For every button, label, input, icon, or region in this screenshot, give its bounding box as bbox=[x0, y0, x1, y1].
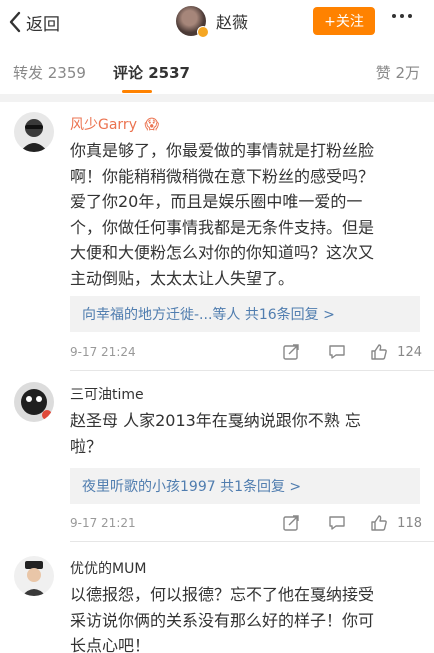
tab-repost[interactable]: 转发 2359 bbox=[13, 62, 86, 83]
avatar[interactable] bbox=[14, 112, 54, 152]
top-bar: 返回 赵薇 +关注 bbox=[0, 0, 434, 44]
tab-comment[interactable]: 评论 2537 bbox=[113, 62, 190, 83]
more-dots-icon[interactable] bbox=[392, 14, 412, 18]
thumbs-up-icon[interactable] bbox=[370, 514, 388, 532]
comment-author[interactable]: 三可油time bbox=[70, 384, 144, 404]
active-tab-indicator bbox=[122, 90, 152, 93]
comment-time: 9-17 21:24 bbox=[70, 345, 136, 359]
comment-text: 赵圣母 人家2013年在戛纳说跟你不熟 忘 啦？ bbox=[70, 408, 422, 459]
verified-badge-icon bbox=[197, 26, 209, 38]
comment-icon[interactable] bbox=[328, 343, 346, 361]
comment-text: 以德报怨，何以报德？忘不了他在戛纳接受 采访说你俩的关系没有那么好的样子！你可 … bbox=[70, 582, 422, 653]
comment-author[interactable]: 优优的MUM bbox=[70, 558, 146, 578]
comment-meta: 9-17 21:21 118 bbox=[70, 514, 422, 534]
comment-icon[interactable] bbox=[328, 514, 346, 532]
follow-button[interactable]: +关注 bbox=[313, 7, 375, 35]
comment-line: 赵圣母 人家2013年在戛纳说跟你不熟 忘 bbox=[70, 411, 361, 430]
comment-line: 个，你做任何事情我都是无条件支持。但是 bbox=[70, 217, 375, 237]
divider bbox=[70, 370, 434, 371]
section-divider bbox=[0, 94, 434, 102]
comment-line: 你真是够了，你最爱做的事情就是打粉丝脸 bbox=[70, 141, 375, 160]
comment-line: 爱了你20年，而且是娱乐圈中唯一爱的一 bbox=[70, 192, 363, 211]
comment-line: 采访说你俩的关系没有那么好的样子！你可 bbox=[70, 610, 375, 630]
reply-summary[interactable]: 夜里听歌的小孩1997 共1条回复 > bbox=[70, 468, 420, 504]
comment-line: 啦？ bbox=[70, 436, 103, 456]
author-name: 风少Garry bbox=[70, 117, 137, 133]
divider bbox=[70, 541, 434, 542]
avatar[interactable] bbox=[14, 556, 54, 596]
tab-bar: 转发 2359 评论 2537 赞 2万 bbox=[0, 54, 434, 94]
emoji-badge-icon: 😱 bbox=[144, 117, 160, 133]
avatar[interactable] bbox=[176, 6, 209, 38]
chevron-left-icon bbox=[9, 11, 21, 33]
comment-line: 大便和大便粉怎么对你的你知道吗？这次又 bbox=[70, 243, 375, 262]
comment-line: 主动倒贴，太太太让人失望了。 bbox=[70, 268, 295, 288]
like-count: 118 bbox=[397, 516, 422, 531]
comment-time: 9-17 21:21 bbox=[70, 516, 136, 530]
comment-line: 啊！你能稍稍微稍微在意下粉丝的感受吗？ bbox=[70, 166, 375, 186]
comment-line: 长点心吧！ bbox=[70, 636, 151, 653]
user-name[interactable]: 赵薇 bbox=[216, 9, 248, 33]
comment-author[interactable]: 风少Garry 😱 bbox=[70, 114, 159, 134]
comment-meta: 9-17 21:24 124 bbox=[70, 343, 422, 363]
back-button[interactable]: 返回 bbox=[8, 8, 60, 36]
profile-header[interactable]: 赵薇 bbox=[176, 6, 248, 38]
comment-text: 你真是够了，你最爱做的事情就是打粉丝脸 啊！你能稍稍微稍微在意下粉丝的感受吗？ … bbox=[70, 138, 422, 291]
comment-line: 以德报怨，何以报德？忘不了他在戛纳接受 bbox=[70, 585, 375, 604]
tab-like[interactable]: 赞 2万 bbox=[376, 62, 420, 83]
reply-summary[interactable]: 向幸福的地方迁徙-...等人 共16条回复 > bbox=[70, 296, 420, 332]
avatar[interactable] bbox=[14, 382, 54, 422]
share-icon[interactable] bbox=[282, 343, 300, 361]
back-label: 返回 bbox=[26, 14, 60, 35]
like-count: 124 bbox=[397, 345, 422, 360]
share-icon[interactable] bbox=[282, 514, 300, 532]
thumbs-up-icon[interactable] bbox=[370, 343, 388, 361]
